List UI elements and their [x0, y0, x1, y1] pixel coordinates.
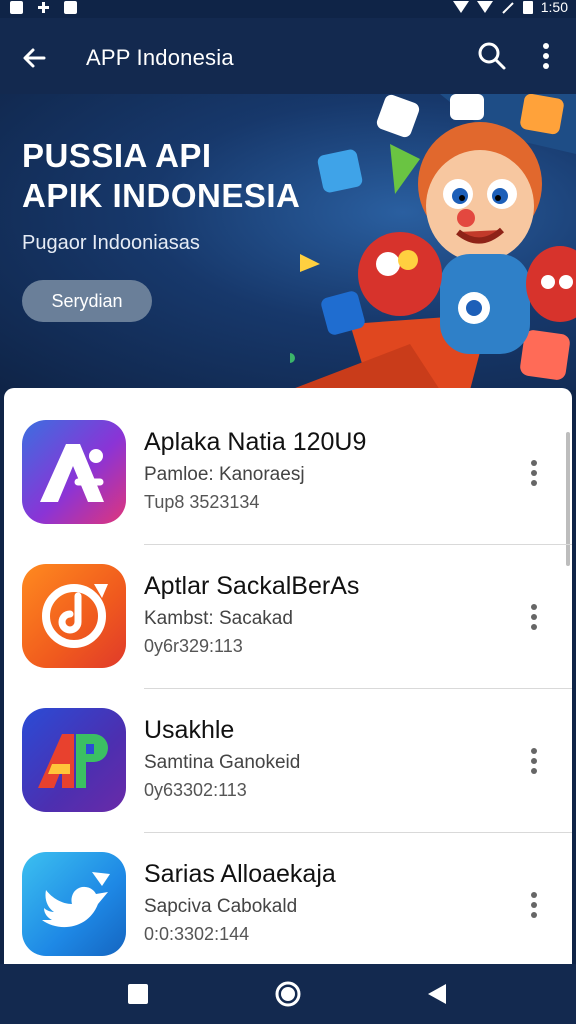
more-options-button[interactable]	[532, 40, 560, 72]
promo-banner[interactable]: PUSSIA API APIK INDONESIA Pugaor Indooni…	[0, 94, 576, 390]
list-item[interactable]: Usakhle Samtina Ganokeid 0y63302:113	[4, 676, 572, 820]
app-meta: 0y63302:113	[144, 780, 247, 800]
banner-subtitle: Pugaor Indooniasas	[22, 232, 200, 254]
data-icon	[501, 1, 515, 14]
app-meta: Tup8 3523134	[144, 492, 260, 512]
letter-a-app-icon	[22, 420, 126, 524]
more-vert-icon	[531, 748, 537, 774]
item-more-button[interactable]	[522, 458, 546, 488]
status-notifications	[10, 0, 77, 14]
app-name: Aptlar SackalBerAs	[144, 572, 360, 600]
item-more-button[interactable]	[522, 602, 546, 632]
search-button[interactable]	[476, 40, 508, 72]
status-bar: 1:50	[0, 0, 576, 18]
back-arrow-icon	[23, 48, 46, 68]
plus-icon	[37, 1, 50, 14]
home-button[interactable]	[274, 980, 302, 1008]
more-vert-icon	[543, 43, 549, 69]
more-vert-icon	[531, 460, 537, 486]
more-vert-icon	[531, 892, 537, 918]
app-name: Usakhle	[144, 716, 235, 744]
download-icon	[64, 0, 77, 14]
signal-icon	[476, 1, 493, 13]
app-meta: 0:0:3302:144	[144, 924, 250, 944]
banner-title-line2: APIK INDONESIA	[22, 177, 301, 214]
list-item[interactable]: Aptlar SackalBerAs Kambst: Sacakad 0y6r3…	[4, 532, 572, 676]
nav-back-button[interactable]	[424, 980, 452, 1008]
list-item[interactable]: Sarias Alloaekaja Sapciva Cabokald 0:0:3…	[4, 820, 572, 964]
status-time: 1:50	[540, 0, 568, 15]
back-icon	[428, 984, 446, 1004]
app-list: Aplaka Natia 120U9 Pamloe: Kanoraesj Tup…	[4, 388, 572, 964]
app-publisher: Samtina Ganokeid	[144, 752, 301, 773]
item-more-button[interactable]	[522, 746, 546, 776]
search-icon	[478, 42, 506, 70]
notification-icon	[10, 0, 23, 14]
app-publisher: Sapciva Cabokald	[144, 896, 298, 917]
ap-logo-app-icon	[22, 708, 126, 812]
wifi-icon	[452, 1, 469, 13]
app-publisher: Pamloe: Kanoraesj	[144, 464, 305, 485]
banner-cta-button[interactable]: Serydian	[22, 280, 152, 322]
bird-app-icon	[22, 852, 126, 956]
sync-app-icon	[22, 564, 126, 668]
app-name: Aplaka Natia 120U9	[144, 428, 367, 456]
app-publisher: Kambst: Sacakad	[144, 608, 293, 629]
banner-title-line1: PUSSIA API	[22, 137, 212, 174]
back-button[interactable]	[18, 42, 50, 74]
system-nav-bar	[0, 964, 576, 1024]
recents-icon	[128, 984, 148, 1004]
app-bar: APP Indonesia	[0, 18, 576, 94]
list-item[interactable]: Aplaka Natia 120U9 Pamloe: Kanoraesj Tup…	[4, 388, 572, 532]
home-icon	[275, 981, 301, 1007]
page-title: APP Indonesia	[86, 45, 234, 70]
more-vert-icon	[531, 604, 537, 630]
app-meta: 0y6r329:113	[144, 636, 243, 656]
banner-title: PUSSIA API APIK INDONESIA	[22, 136, 342, 216]
item-more-button[interactable]	[522, 890, 546, 920]
battery-icon	[522, 0, 533, 14]
app-name: Sarias Alloaekaja	[144, 860, 336, 888]
recents-button[interactable]	[124, 980, 152, 1008]
status-system: 1:50	[452, 0, 568, 15]
